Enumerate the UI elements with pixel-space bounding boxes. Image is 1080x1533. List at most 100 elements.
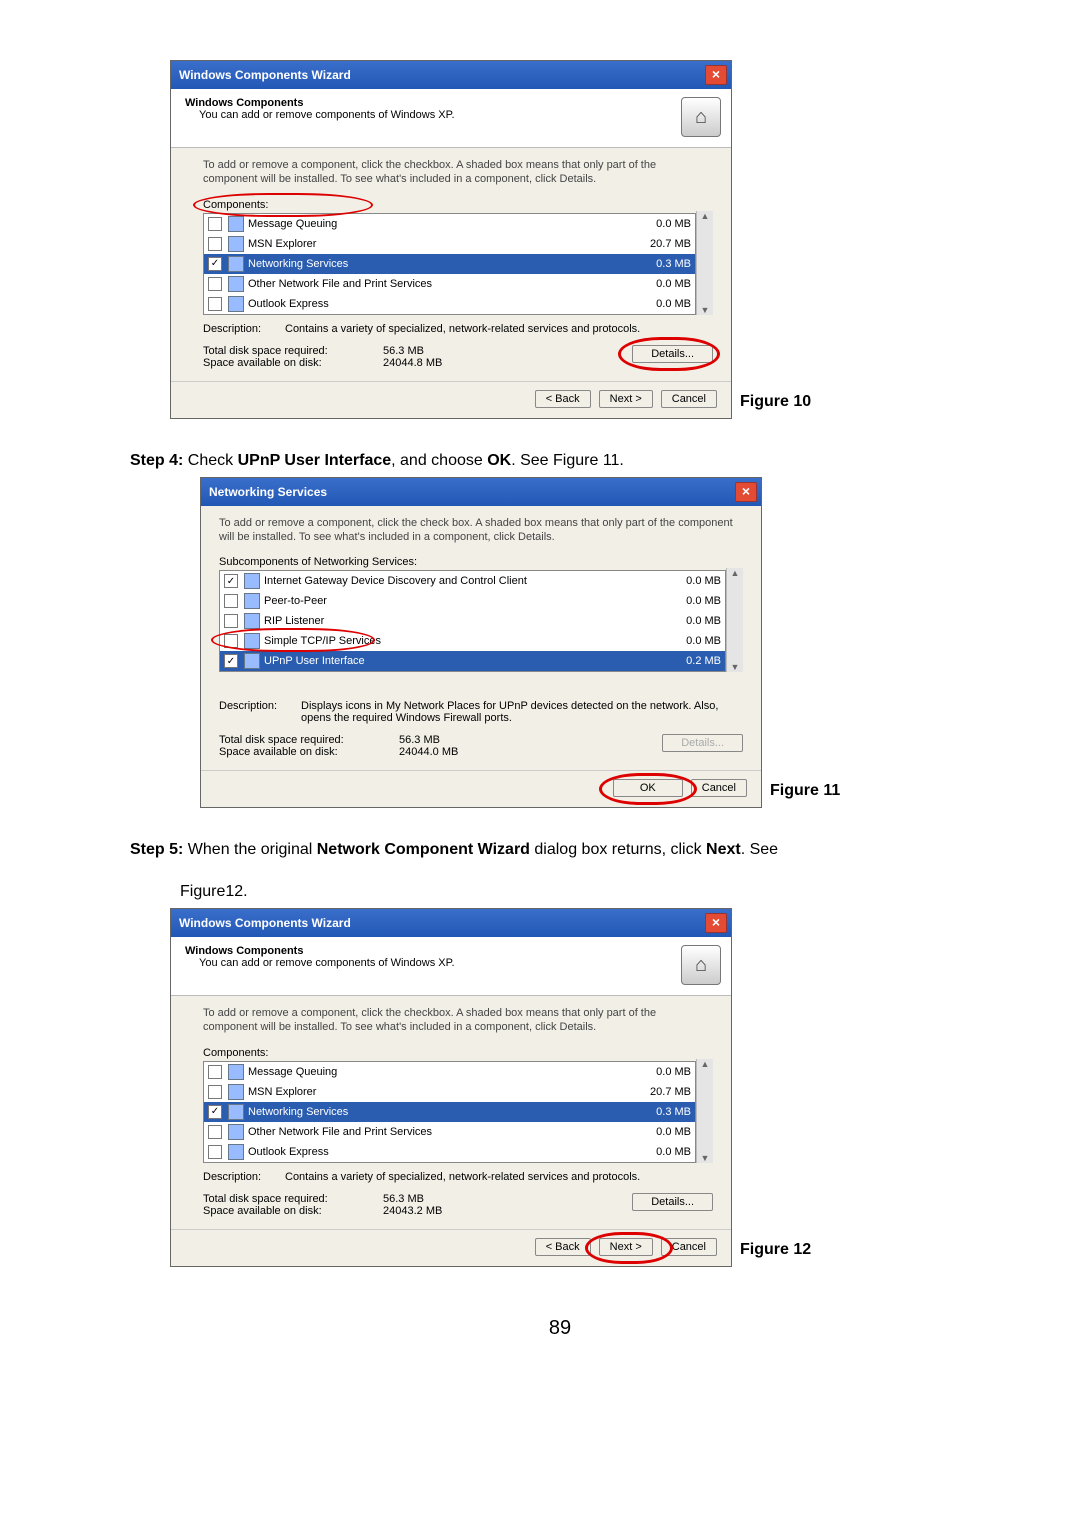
windows-component-icon: ⌂ — [681, 945, 721, 985]
component-icon — [244, 633, 260, 649]
back-button[interactable]: < Back — [535, 1238, 591, 1256]
total-disk-label: Total disk space required: — [203, 1193, 383, 1205]
checkbox-icon[interactable]: ✓ — [224, 654, 238, 668]
dialog-heading: Windows Components — [185, 97, 681, 109]
item-label: MSN Explorer — [248, 238, 621, 250]
cancel-button[interactable]: Cancel — [661, 1238, 717, 1256]
list-item[interactable]: Simple TCP/IP Services0.0 MB — [220, 631, 725, 651]
item-size: 0.0 MB — [651, 575, 721, 587]
list-item[interactable]: Other Network File and Print Services0.0… — [204, 1122, 695, 1142]
space-avail-value: 24043.2 MB — [383, 1205, 442, 1217]
next-button[interactable]: Next > — [599, 1238, 653, 1256]
checkbox-icon[interactable] — [208, 297, 222, 311]
details-button: Details... — [662, 734, 743, 752]
item-label: RIP Listener — [264, 615, 651, 627]
titlebar: Windows Components Wizard × — [171, 61, 731, 89]
item-label: Peer-to-Peer — [264, 595, 651, 607]
item-size: 20.7 MB — [621, 238, 691, 250]
checkbox-icon[interactable] — [224, 634, 238, 648]
checkbox-icon[interactable]: ✓ — [208, 1105, 222, 1119]
list-item[interactable]: Message Queuing0.0 MB — [204, 214, 695, 234]
ok-button[interactable]: OK — [613, 779, 683, 797]
checkbox-icon[interactable] — [208, 277, 222, 291]
checkbox-icon[interactable]: ✓ — [224, 574, 238, 588]
item-label: Message Queuing — [248, 1066, 621, 1078]
components-list[interactable]: Message Queuing0.0 MBMSN Explorer20.7 MB… — [203, 1061, 696, 1163]
close-icon[interactable]: × — [705, 65, 727, 85]
description-text: Contains a variety of specialized, netwo… — [285, 323, 713, 335]
details-button[interactable]: Details... — [632, 1193, 713, 1211]
item-label: Simple TCP/IP Services — [264, 635, 651, 647]
subcomponents-list[interactable]: ✓Internet Gateway Device Discovery and C… — [219, 570, 726, 672]
total-disk-value: 56.3 MB — [399, 734, 440, 746]
component-icon — [228, 1144, 244, 1160]
total-disk-label: Total disk space required: — [219, 734, 399, 746]
checkbox-icon[interactable] — [208, 1065, 222, 1079]
components-label: Components: — [203, 199, 713, 211]
description-text: Contains a variety of specialized, netwo… — [285, 1171, 713, 1183]
item-size: 0.0 MB — [621, 1126, 691, 1138]
component-icon — [228, 1084, 244, 1100]
close-icon[interactable]: × — [735, 482, 757, 502]
list-item[interactable]: Outlook Express0.0 MB — [204, 1142, 695, 1162]
back-button[interactable]: < Back — [535, 390, 591, 408]
list-item[interactable]: ✓Networking Services0.3 MB — [204, 1102, 695, 1122]
checkbox-icon[interactable]: ✓ — [208, 257, 222, 271]
item-size: 0.3 MB — [621, 1106, 691, 1118]
item-size: 0.0 MB — [621, 298, 691, 310]
checkbox-icon[interactable] — [208, 237, 222, 251]
total-disk-label: Total disk space required: — [203, 345, 383, 357]
checkbox-icon[interactable] — [208, 1125, 222, 1139]
components-list[interactable]: Message Queuing0.0 MBMSN Explorer20.7 MB… — [203, 213, 696, 315]
component-icon — [228, 296, 244, 312]
description-label: Description: — [203, 323, 285, 335]
item-size: 20.7 MB — [621, 1086, 691, 1098]
close-icon[interactable]: × — [705, 913, 727, 933]
title-text: Networking Services — [209, 485, 327, 499]
item-size: 0.0 MB — [621, 278, 691, 290]
item-size: 0.0 MB — [621, 1146, 691, 1158]
component-icon — [228, 216, 244, 232]
checkbox-icon[interactable] — [208, 1085, 222, 1099]
scrollbar[interactable]: ▲▼ — [726, 568, 743, 672]
dialog-subheading: You can add or remove components of Wind… — [185, 957, 681, 969]
checkbox-icon[interactable] — [224, 614, 238, 628]
next-button[interactable]: Next > — [599, 390, 653, 408]
item-size: 0.0 MB — [651, 635, 721, 647]
checkbox-icon[interactable] — [224, 594, 238, 608]
list-item[interactable]: ✓Networking Services0.3 MB — [204, 254, 695, 274]
dialog-heading: Windows Components — [185, 945, 681, 957]
item-label: Networking Services — [248, 258, 621, 270]
space-avail-label: Space available on disk: — [203, 1205, 383, 1217]
list-item[interactable]: Message Queuing0.0 MB — [204, 1062, 695, 1082]
description-text: Displays icons in My Network Places for … — [301, 700, 743, 724]
list-item[interactable]: MSN Explorer20.7 MB — [204, 234, 695, 254]
space-avail-value: 24044.0 MB — [399, 746, 458, 758]
cancel-button[interactable]: Cancel — [661, 390, 717, 408]
list-item[interactable]: MSN Explorer20.7 MB — [204, 1082, 695, 1102]
step5-line2: Figure12. — [180, 880, 990, 904]
list-item[interactable]: Other Network File and Print Services0.0… — [204, 274, 695, 294]
details-button[interactable]: Details... — [632, 345, 713, 363]
item-label: Outlook Express — [248, 1146, 621, 1158]
list-item[interactable]: ✓UPnP User Interface0.2 MB — [220, 651, 725, 671]
total-disk-value: 56.3 MB — [383, 345, 424, 357]
checkbox-icon[interactable] — [208, 1145, 222, 1159]
item-label: Other Network File and Print Services — [248, 1126, 621, 1138]
figure-caption: Figure 10 — [740, 393, 811, 411]
item-size: 0.0 MB — [621, 218, 691, 230]
list-item[interactable]: Peer-to-Peer0.0 MB — [220, 591, 725, 611]
description-label: Description: — [219, 700, 301, 724]
component-icon — [244, 593, 260, 609]
scrollbar[interactable]: ▲▼ — [696, 1059, 713, 1163]
list-item[interactable]: RIP Listener0.0 MB — [220, 611, 725, 631]
title-text: Windows Components Wizard — [179, 68, 351, 82]
figure-caption: Figure 12 — [740, 1241, 811, 1259]
list-item[interactable]: ✓Internet Gateway Device Discovery and C… — [220, 571, 725, 591]
list-item[interactable]: Outlook Express0.0 MB — [204, 294, 695, 314]
cancel-button[interactable]: Cancel — [691, 779, 747, 797]
checkbox-icon[interactable] — [208, 217, 222, 231]
scrollbar[interactable]: ▲▼ — [696, 211, 713, 315]
windows-components-wizard-dialog: Windows Components Wizard × Windows Comp… — [170, 60, 732, 419]
description-label: Description: — [203, 1171, 285, 1183]
